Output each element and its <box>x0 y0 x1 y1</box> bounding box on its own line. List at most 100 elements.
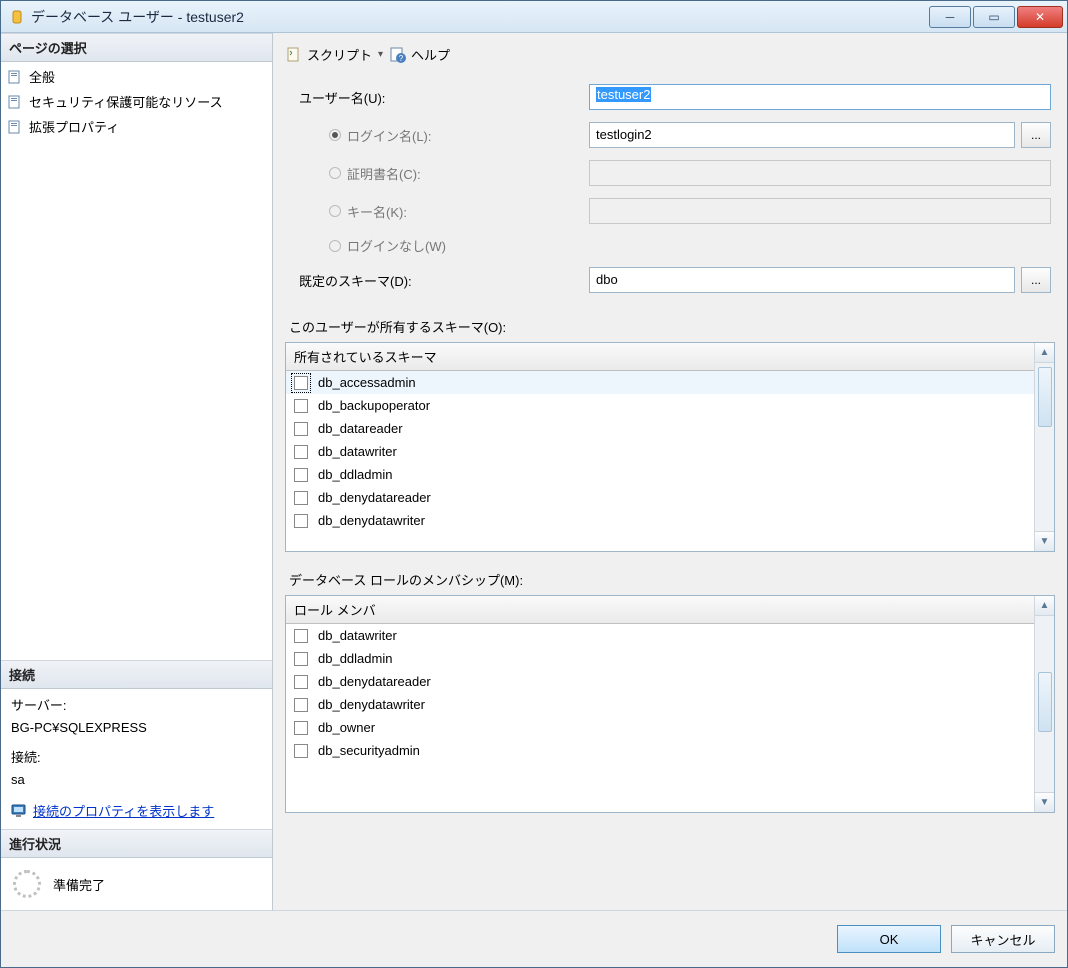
radio-icon <box>329 167 341 179</box>
scroll-thumb[interactable] <box>1038 367 1052 427</box>
login-name-input[interactable]: testlogin2 <box>589 122 1015 148</box>
schema-row[interactable]: db_datareader <box>286 417 1034 440</box>
cert-name-input <box>589 160 1051 186</box>
page-list: 全般 セキュリティ保護可能なリソース 拡張プロパティ <box>1 62 272 141</box>
sidebar-item-securables[interactable]: セキュリティ保護可能なリソース <box>1 89 272 114</box>
radio-icon <box>329 240 341 252</box>
checkbox[interactable] <box>294 698 308 712</box>
no-login-radio-label: ログインなし(W) <box>289 236 589 255</box>
script-icon <box>285 46 303 64</box>
role-row[interactable]: db_datawriter <box>286 624 1034 647</box>
spinner-icon <box>13 870 41 898</box>
role-membership-scrollbar[interactable]: ▲ ▼ <box>1034 596 1054 812</box>
window-controls: ─ ▭ ✕ <box>929 6 1063 28</box>
monitor-icon <box>11 803 27 819</box>
user-name-input[interactable]: testuser2 <box>589 84 1051 110</box>
scroll-up-button[interactable]: ▲ <box>1035 343 1054 363</box>
schema-name: db_denydatareader <box>318 490 431 505</box>
connection-label: 接続: <box>11 747 262 769</box>
page-icon <box>7 69 23 85</box>
titlebar[interactable]: データベース ユーザー - testuser2 ─ ▭ ✕ <box>1 1 1067 33</box>
checkbox[interactable] <box>294 468 308 482</box>
checkbox[interactable] <box>294 376 308 390</box>
schema-browse-button[interactable]: ... <box>1021 267 1051 293</box>
minimize-button[interactable]: ─ <box>929 6 971 28</box>
right-panel: スクリプト ▾ ? ヘルプ ユーザー名(U): testuser2 <box>273 33 1067 910</box>
owned-schemas-header: 所有されているスキーマ <box>286 343 1034 371</box>
help-icon: ? <box>389 46 407 64</box>
checkbox[interactable] <box>294 721 308 735</box>
sidebar-item-label: 全般 <box>29 67 55 86</box>
schema-row[interactable]: db_accessadmin <box>286 371 1034 394</box>
schema-row[interactable]: db_ddladmin <box>286 463 1034 486</box>
owned-schemas-scrollbar[interactable]: ▲ ▼ <box>1034 343 1054 551</box>
checkbox[interactable] <box>294 675 308 689</box>
schema-row[interactable]: db_denydatawriter <box>286 509 1034 532</box>
svg-text:?: ? <box>399 54 404 63</box>
help-button[interactable]: ? ヘルプ <box>389 45 450 64</box>
login-browse-button[interactable]: ... <box>1021 122 1051 148</box>
server-value: BG-PC¥SQLEXPRESS <box>11 717 262 739</box>
toolbar: スクリプト ▾ ? ヘルプ <box>285 41 1055 74</box>
app-icon <box>9 9 25 25</box>
radio-icon <box>329 129 341 141</box>
maximize-button[interactable]: ▭ <box>973 6 1015 28</box>
checkbox[interactable] <box>294 514 308 528</box>
scroll-down-button[interactable]: ▼ <box>1035 792 1054 812</box>
progress-header: 進行状況 <box>1 829 272 858</box>
form-area: ユーザー名(U): testuser2 ログイン名(L): testlogin2… <box>285 74 1055 315</box>
scroll-down-button[interactable]: ▼ <box>1035 531 1054 551</box>
schema-name: db_datareader <box>318 421 403 436</box>
scroll-up-button[interactable]: ▲ <box>1035 596 1054 616</box>
role-name: db_securityadmin <box>318 743 420 758</box>
role-row[interactable]: db_ddladmin <box>286 647 1034 670</box>
schema-name: db_datawriter <box>318 444 397 459</box>
role-row[interactable]: db_denydatawriter <box>286 693 1034 716</box>
checkbox[interactable] <box>294 744 308 758</box>
connection-header: 接続 <box>1 660 272 689</box>
progress-status: 準備完了 <box>53 875 105 894</box>
role-row[interactable]: db_denydatareader <box>286 670 1034 693</box>
role-row[interactable]: db_securityadmin <box>286 739 1034 762</box>
key-name-radio-label: キー名(K): <box>289 202 589 221</box>
script-button[interactable]: スクリプト <box>285 45 372 64</box>
checkbox[interactable] <box>294 399 308 413</box>
role-row[interactable]: db_owner <box>286 716 1034 739</box>
cert-name-radio-label: 証明書名(C): <box>289 164 589 183</box>
cancel-button[interactable]: キャンセル <box>951 925 1055 953</box>
script-dropdown[interactable]: ▾ <box>378 49 383 60</box>
sidebar-item-label: 拡張プロパティ <box>29 117 119 136</box>
left-panel: ページの選択 全般 セキュリティ保護可能なリソース 拡張プロパティ 接続 サー <box>1 33 273 910</box>
radio-icon <box>329 205 341 217</box>
owned-schemas-label: このユーザーが所有するスキーマ(O): <box>285 315 1055 342</box>
dialog-window: データベース ユーザー - testuser2 ─ ▭ ✕ ページの選択 全般 … <box>0 0 1068 968</box>
schema-row[interactable]: db_denydatareader <box>286 486 1034 509</box>
role-name: db_denydatareader <box>318 674 431 689</box>
connection-properties-link[interactable]: 接続のプロパティを表示します <box>33 801 214 823</box>
role-name: db_denydatawriter <box>318 697 425 712</box>
role-membership-header: ロール メンバ <box>286 596 1034 624</box>
user-name-label: ユーザー名(U): <box>289 88 589 107</box>
role-name: db_owner <box>318 720 375 735</box>
sidebar-item-general[interactable]: 全般 <box>1 64 272 89</box>
window-title: データベース ユーザー - testuser2 <box>31 7 929 27</box>
owned-schemas-grid: 所有されているスキーマ db_accessadmindb_backupopera… <box>285 342 1055 552</box>
login-name-radio-label: ログイン名(L): <box>289 126 589 145</box>
page-select-header: ページの選択 <box>1 33 272 62</box>
schema-row[interactable]: db_backupoperator <box>286 394 1034 417</box>
close-button[interactable]: ✕ <box>1017 6 1063 28</box>
connection-value: sa <box>11 769 262 791</box>
default-schema-input[interactable]: dbo <box>589 267 1015 293</box>
sidebar-item-extended-properties[interactable]: 拡張プロパティ <box>1 114 272 139</box>
checkbox[interactable] <box>294 422 308 436</box>
checkbox[interactable] <box>294 445 308 459</box>
server-label: サーバー: <box>11 695 262 717</box>
checkbox[interactable] <box>294 629 308 643</box>
role-membership-label: データベース ロールのメンバシップ(M): <box>285 568 1055 595</box>
scroll-thumb[interactable] <box>1038 672 1052 732</box>
checkbox[interactable] <box>294 652 308 666</box>
schema-row[interactable]: db_datawriter <box>286 440 1034 463</box>
checkbox[interactable] <box>294 491 308 505</box>
page-icon <box>7 94 23 110</box>
ok-button[interactable]: OK <box>837 925 941 953</box>
